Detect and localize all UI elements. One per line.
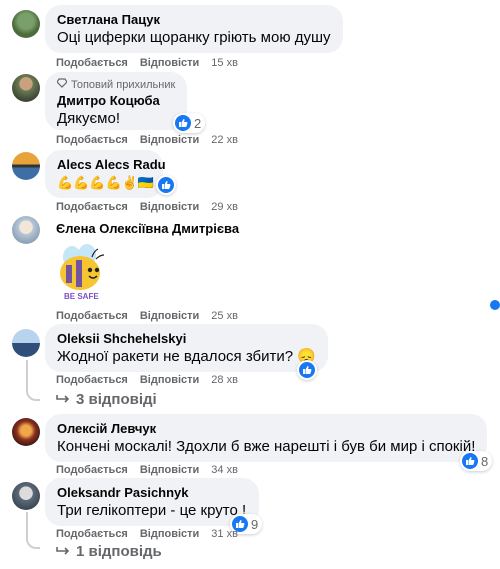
comment-actions: Подобається Відповісти 31 хв: [56, 528, 238, 540]
like-icon: [462, 453, 478, 469]
comment-text: Жодної ракети не вдалося збити? 😞: [57, 348, 316, 365]
like-link[interactable]: Подобається: [56, 201, 128, 213]
like-link[interactable]: Подобається: [56, 134, 128, 146]
reaction-count[interactable]: 2: [173, 113, 206, 133]
replies-count: 3 відповіді: [76, 391, 157, 408]
scroll-indicator[interactable]: [490, 300, 500, 310]
reply-link[interactable]: Відповісти: [140, 310, 199, 322]
comment-author[interactable]: Єлена Олексіївна Дмитрієва: [56, 220, 239, 237]
reply-link[interactable]: Відповісти: [140, 134, 199, 146]
comment-time[interactable]: 31 хв: [211, 528, 238, 540]
reply-arrow-icon: [56, 543, 70, 560]
top-fan-badge: Топовий прихильник: [56, 78, 176, 92]
reaction-count[interactable]: [297, 360, 317, 380]
thread-line: [26, 512, 28, 538]
comment-bubble: Oleksii Shchehelskyi Жодної ракети не вд…: [45, 324, 328, 372]
avatar[interactable]: [12, 216, 40, 244]
comment-actions: Подобається Відповісти 28 хв: [56, 374, 238, 386]
like-icon: [299, 362, 315, 378]
view-replies-link[interactable]: 3 відповіді: [56, 391, 157, 408]
like-icon: [175, 115, 191, 131]
comment-bubble: Светлана Пацук Оці циферки щоранку гріют…: [45, 5, 343, 53]
comment-time[interactable]: 28 хв: [211, 374, 238, 386]
comment-text: Кончені москалі! Здохли б вже нарешті і …: [57, 438, 476, 455]
avatar[interactable]: [12, 329, 40, 357]
avatar[interactable]: [12, 418, 40, 446]
like-link[interactable]: Подобається: [56, 310, 128, 322]
avatar[interactable]: [12, 152, 40, 180]
comment-bubble: Alecs Alecs Radu 💪💪💪💪✌🇺🇦: [45, 150, 166, 198]
comment-actions: Подобається Відповісти 22 хв: [56, 134, 238, 146]
reply-link[interactable]: Відповісти: [140, 528, 199, 540]
comment-time[interactable]: 22 хв: [211, 134, 238, 146]
comment-bubble: Топовий прихильник Дмитро Коцюба Дякуємо…: [45, 72, 188, 130]
comment-bubble: Олексій Левчук Кончені москалі! Здохли б…: [45, 414, 488, 462]
diamond-icon: [56, 78, 68, 92]
avatar[interactable]: [12, 74, 40, 102]
reply-arrow-icon: [56, 391, 70, 408]
avatar[interactable]: [12, 10, 40, 38]
view-replies-link[interactable]: 1 відповідь: [56, 543, 162, 560]
comment-time[interactable]: 15 хв: [211, 57, 238, 69]
comment-bubble: Oleksandr Pasichnyk Три гелікоптери - це…: [45, 478, 259, 526]
comment-time[interactable]: 29 хв: [211, 201, 238, 213]
like-link[interactable]: Подобається: [56, 57, 128, 69]
reaction-count[interactable]: 8: [460, 451, 493, 471]
sticker-caption: BE SAFE: [64, 292, 99, 301]
like-link[interactable]: Подобається: [56, 464, 128, 476]
comment-author[interactable]: Alecs Alecs Radu: [57, 156, 166, 173]
thread-connector: [26, 389, 40, 401]
comment-actions: Подобається Відповісти 15 хв: [56, 57, 238, 69]
reply-link[interactable]: Відповісти: [140, 57, 199, 69]
comment-text: Оці циферки щоранку гріють мою душу: [57, 29, 331, 46]
avatar[interactable]: [12, 482, 40, 510]
comment-actions: Подобається Відповісти 34 хв: [56, 464, 238, 476]
reaction-number: 2: [194, 115, 202, 131]
reply-link[interactable]: Відповісти: [140, 201, 199, 213]
reaction-number: 9: [251, 516, 259, 532]
thread-line: [26, 360, 28, 390]
like-link[interactable]: Подобається: [56, 528, 128, 540]
badge-label: Топовий прихильник: [71, 79, 176, 91]
comment-text: Дякуємо!: [57, 110, 120, 127]
comment-actions: Подобається Відповісти 29 хв: [56, 201, 238, 213]
like-icon: [158, 177, 174, 193]
comment-author[interactable]: Дмитро Коцюба: [57, 92, 175, 109]
comment-time[interactable]: 34 хв: [211, 464, 238, 476]
reply-link[interactable]: Відповісти: [140, 374, 199, 386]
thread-connector: [26, 537, 40, 549]
reaction-count[interactable]: [156, 175, 176, 195]
like-link[interactable]: Подобається: [56, 374, 128, 386]
comment-author[interactable]: Олексій Левчук: [57, 420, 475, 437]
comment-text: 💪💪💪💪✌🇺🇦: [57, 175, 155, 190]
bee-sticker: BE SAFE: [52, 243, 112, 305]
comment-author[interactable]: Oleksandr Pasichnyk: [57, 484, 247, 501]
comment-text: Три гелікоптери - це круто !: [57, 502, 247, 519]
replies-count: 1 відповідь: [76, 543, 162, 560]
reaction-number: 8: [481, 453, 489, 469]
comment-actions: Подобається Відповісти 25 хв: [56, 310, 238, 322]
comment-author[interactable]: Oleksii Shchehelskyi: [57, 330, 316, 347]
comment-time[interactable]: 25 хв: [211, 310, 238, 322]
comment-author[interactable]: Светлана Пацук: [57, 11, 331, 28]
reply-link[interactable]: Відповісти: [140, 464, 199, 476]
